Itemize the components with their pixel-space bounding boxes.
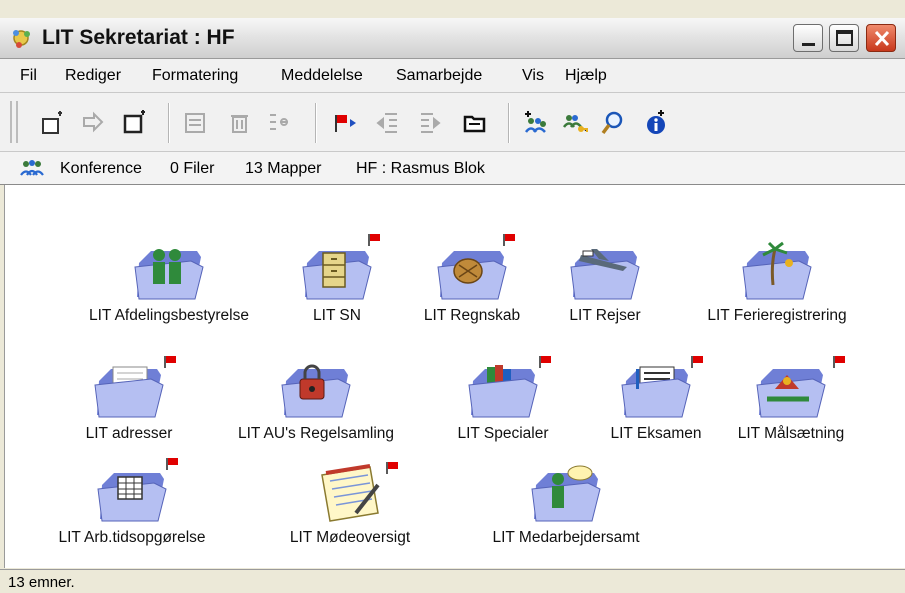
close-icon <box>874 30 890 47</box>
arrange-icon[interactable] <box>266 110 292 136</box>
books-folder-icon <box>468 365 538 418</box>
title-bar[interactable]: LIT Sekretariat : HF <box>0 18 905 59</box>
travel-folder-icon <box>570 249 640 300</box>
notepad-icon <box>321 464 380 522</box>
menu-samarbejde[interactable]: Samarbejde <box>396 67 482 85</box>
folder-count: 13 Mapper <box>245 160 322 177</box>
red-flag-icon <box>691 356 703 368</box>
exam-folder-icon <box>621 366 691 418</box>
folder-item[interactable]: LIT Målsætning <box>706 359 876 451</box>
minimize-icon <box>802 43 815 46</box>
conference-info-bar: Konference 0 Filer 13 Mapper HF : Rasmus… <box>0 152 905 185</box>
folder-label: LIT Medarbejdersamt <box>492 529 640 546</box>
addresses-folder-icon <box>94 366 164 418</box>
red-flag-next-icon[interactable] <box>332 110 358 136</box>
red-flag-icon <box>503 234 515 246</box>
folder-label: LIT Arb.tidsopgørelse <box>58 529 206 546</box>
rules-folder-icon <box>281 364 351 418</box>
folder-item[interactable]: LIT adresser <box>44 359 214 451</box>
search-icon[interactable] <box>600 110 626 136</box>
menu-rediger[interactable]: Rediger <box>65 67 121 85</box>
red-flag-icon <box>386 462 398 474</box>
people-folder-icon <box>134 249 204 300</box>
folder-item[interactable]: LIT AU's Regelsamling <box>231 359 401 451</box>
menu-formatering[interactable]: Formatering <box>152 67 238 85</box>
toolbar <box>0 93 905 152</box>
vacation-folder-icon <box>742 241 812 300</box>
menu-vis[interactable]: Vis <box>522 67 544 85</box>
users-key-icon[interactable] <box>562 110 588 136</box>
folder-item[interactable]: LIT Rejser <box>520 241 690 333</box>
folder-view: LIT Afdelingsbestyrelse LIT SN LIT Regns… <box>4 185 905 568</box>
toolbar-separator <box>508 103 510 143</box>
menu-fil[interactable]: Fil <box>20 67 37 85</box>
new-folder-icon[interactable] <box>122 110 148 136</box>
menu-meddelelse[interactable]: Meddelelse <box>281 67 363 85</box>
delete-icon[interactable] <box>227 110 253 136</box>
owner-label: HF : Rasmus Blok <box>356 160 485 177</box>
maximize-button[interactable] <box>829 24 859 52</box>
red-flag-icon <box>166 458 178 470</box>
folder-label: LIT Målsætning <box>737 425 845 442</box>
red-flag-icon <box>539 356 551 368</box>
folder-label: LIT adresser <box>85 425 173 442</box>
menu-bar: Fil Rediger Formatering Meddelelse Samar… <box>0 59 905 93</box>
conference-type: Konference <box>60 160 142 177</box>
conference-icon <box>20 160 44 176</box>
folder-item[interactable]: LIT Mødeoversigt <box>265 463 435 555</box>
red-flag-icon <box>164 356 176 368</box>
file-count: 0 Filer <box>170 160 215 177</box>
red-flag-icon <box>833 356 845 368</box>
status-text: 13 emner. <box>8 574 75 591</box>
toolbar-grip[interactable] <box>10 101 18 143</box>
menu-hjaelp[interactable]: Hjælp <box>565 67 607 85</box>
minimize-button[interactable] <box>793 24 823 52</box>
folder-label: LIT Ferieregistrering <box>707 307 847 324</box>
goals-folder-icon <box>756 369 826 418</box>
toolbar-separator <box>315 103 317 143</box>
window-title: LIT Sekretariat : HF <box>42 26 235 49</box>
close-button[interactable] <box>866 24 896 52</box>
app-icon <box>13 30 30 48</box>
red-flag-icon <box>368 234 380 246</box>
folder-open-icon[interactable] <box>462 110 488 136</box>
folder-label: LIT AU's Regelsamling <box>237 425 395 442</box>
maximize-icon <box>836 30 853 46</box>
new-document-icon[interactable] <box>40 110 66 136</box>
application-window: LIT Sekretariat : HF Fil Rediger Formate… <box>0 0 905 593</box>
info-icon[interactable] <box>643 110 669 136</box>
folder-item[interactable]: LIT Arb.tidsopgørelse <box>47 463 217 555</box>
forward-icon[interactable] <box>80 110 106 136</box>
calendar-folder-icon <box>97 473 167 522</box>
add-users-icon[interactable] <box>523 110 549 136</box>
money-folder-icon <box>437 251 507 300</box>
outdent-icon[interactable] <box>417 110 443 136</box>
indent-icon[interactable] <box>375 110 401 136</box>
toolbar-separator <box>168 103 170 143</box>
folder-item[interactable]: LIT Ferieregistrering <box>692 241 862 333</box>
chat-person-folder-icon <box>531 465 601 522</box>
cabinet-folder-icon <box>302 251 372 300</box>
folder-item[interactable]: LIT Medarbejdersamt <box>481 463 651 555</box>
folder-label: LIT Mødeoversigt <box>289 529 411 546</box>
status-bar: 13 emner. <box>0 569 905 593</box>
properties-icon[interactable] <box>183 110 209 136</box>
folder-item[interactable]: LIT Afdelingsbestyrelse <box>84 241 254 333</box>
